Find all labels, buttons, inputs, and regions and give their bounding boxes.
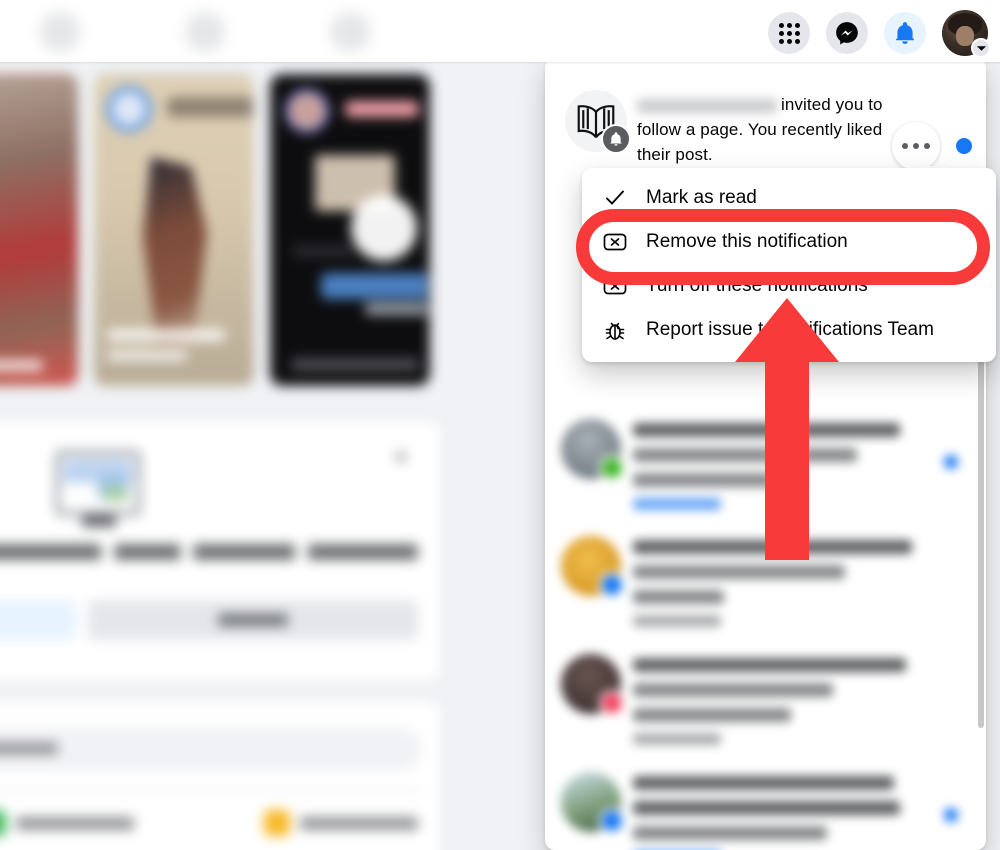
- text-line: [633, 683, 833, 697]
- story-avatar-ring: [107, 87, 151, 131]
- menu-item-remove-this-notification[interactable]: Remove this notification: [582, 220, 996, 264]
- text-line: [633, 423, 900, 437]
- notification-item[interactable]: [545, 766, 986, 850]
- menu-item-label: Mark as read: [646, 187, 757, 208]
- menu-grid-button[interactable]: [768, 12, 810, 54]
- story-pill: [167, 97, 253, 117]
- tip-not-now-button[interactable]: [88, 600, 418, 640]
- messenger-icon: [836, 22, 858, 45]
- text-line: [633, 473, 803, 487]
- list-item-avatar: [561, 654, 625, 716]
- story-gray-bar: [365, 303, 427, 315]
- story-blue-bar: [321, 273, 427, 299]
- nav-right-actions: [768, 10, 991, 58]
- story-footer-label: [291, 358, 419, 371]
- list-item-avatar: [561, 419, 625, 481]
- menu-item-mark-as-read[interactable]: Mark as read: [582, 176, 996, 220]
- top-navigation-bar: [0, 0, 1000, 62]
- photo-video-icon: [0, 810, 6, 836]
- x-square-icon: [600, 227, 630, 257]
- story-name: [107, 329, 225, 341]
- chevron-down-icon[interactable]: [971, 38, 991, 58]
- photo-video-label: [16, 816, 134, 830]
- check-icon: [600, 183, 630, 213]
- story-dark-bar: [293, 245, 353, 257]
- reaction-badge-icon: [599, 572, 625, 598]
- list-item-timestamp: [633, 615, 721, 627]
- nav-icon-blurred-1[interactable]: [40, 12, 80, 52]
- menu-item-report-issue[interactable]: Report issue to Notifications Team: [582, 308, 996, 352]
- composer-input[interactable]: [0, 728, 422, 770]
- notification-line-2: follow a page. You recently liked: [637, 120, 883, 139]
- main-feed-blurred: ✕: [0, 62, 450, 850]
- text-line: [633, 776, 894, 790]
- account-avatar-button[interactable]: [942, 10, 991, 58]
- reaction-badge-icon: [599, 808, 625, 834]
- menu-item-label: Report issue to Notifications Team: [646, 319, 934, 340]
- notifications-bell-icon: [896, 22, 914, 44]
- composer-actions: [0, 810, 418, 836]
- play-button-icon[interactable]: [351, 195, 417, 261]
- unread-indicator-dot: [944, 808, 958, 822]
- list-item-avatar: [561, 772, 625, 834]
- story-avatar-ring: [285, 89, 329, 133]
- tip-card-body-text: [0, 544, 418, 560]
- nav-left-blurred-icons: [40, 12, 370, 52]
- page-avatar: [565, 90, 631, 154]
- close-icon[interactable]: ✕: [390, 446, 412, 469]
- monitor-screen-icon: [55, 450, 141, 527]
- notification-actor-name-blurred: [637, 98, 777, 113]
- post-composer-card: [0, 702, 440, 850]
- photo-video-button[interactable]: [0, 810, 134, 836]
- list-item-timestamp: [633, 733, 721, 745]
- bell-badge-icon: [601, 124, 631, 154]
- text-line: [633, 658, 906, 672]
- feeling-activity-label: [300, 816, 418, 830]
- stories-row: [0, 74, 430, 386]
- text-line: [633, 540, 912, 554]
- story-subtitle: [107, 350, 187, 361]
- text-line: [633, 708, 791, 722]
- text-line: [633, 801, 900, 815]
- notification-actions: [892, 122, 972, 184]
- nav-icon-blurred-2[interactable]: [185, 12, 225, 52]
- story-figure: [143, 157, 207, 347]
- notification-context-menu: Mark as read Remove this notification Tu…: [582, 168, 996, 362]
- menu-item-turn-off-these-notifications[interactable]: Turn off these notifications: [582, 264, 996, 308]
- messenger-button[interactable]: [826, 12, 868, 54]
- notification-line-1: invited you to: [781, 95, 883, 114]
- text-line: [633, 565, 846, 579]
- notification-line-3: their post.: [637, 145, 713, 164]
- divider: [0, 790, 422, 791]
- list-item-timestamp: [633, 498, 721, 510]
- text-line: [633, 448, 858, 462]
- reaction-badge-icon: [599, 455, 625, 481]
- list-item-avatar: [561, 536, 625, 598]
- unread-indicator-dot: [956, 138, 972, 154]
- story-card-3[interactable]: [270, 74, 430, 386]
- tip-card: ✕: [0, 422, 440, 682]
- menu-grid-icon: [778, 22, 800, 44]
- menu-item-label: Remove this notification: [646, 231, 848, 252]
- notification-options-button[interactable]: [892, 122, 949, 184]
- feeling-activity-icon: [264, 810, 290, 836]
- story-card-1[interactable]: [0, 74, 78, 386]
- unread-indicator-dot: [944, 455, 958, 469]
- bug-icon: [600, 315, 630, 345]
- text-line: [633, 826, 827, 840]
- tip-card-buttons: [0, 600, 426, 640]
- x-square-icon: [600, 271, 630, 301]
- story-pink-bar: [345, 101, 419, 117]
- reaction-badge-icon: [599, 690, 625, 716]
- list-item-text: [633, 766, 986, 850]
- notifications-button[interactable]: [884, 12, 926, 54]
- text-line: [633, 590, 724, 604]
- story-card-2[interactable]: [94, 74, 254, 386]
- nav-icon-blurred-3[interactable]: [330, 12, 370, 52]
- tip-primary-button[interactable]: [0, 600, 76, 640]
- menu-item-label: Turn off these notifications: [646, 275, 868, 296]
- feeling-activity-button[interactable]: [264, 810, 418, 836]
- story-label: [0, 360, 43, 371]
